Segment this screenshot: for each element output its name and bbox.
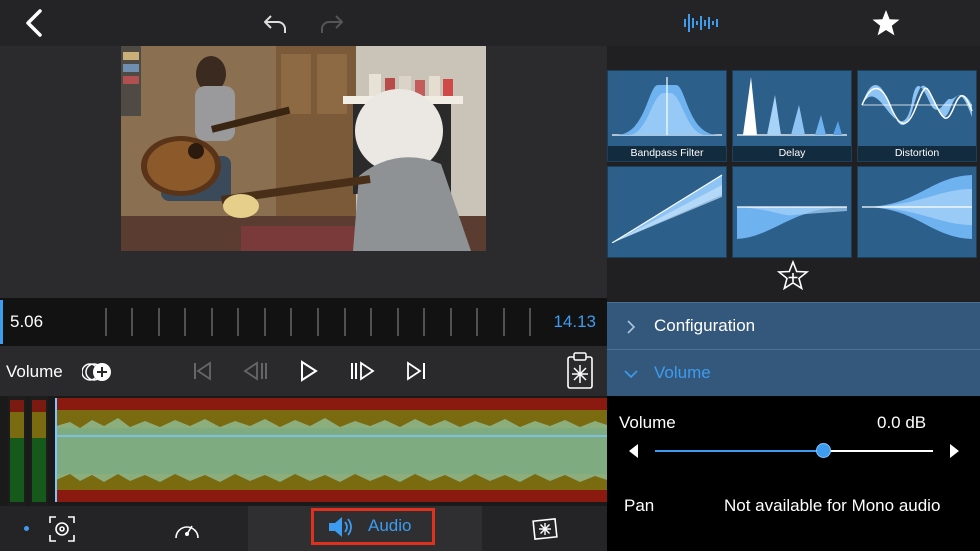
effect-tile-label: Bandpass Filter <box>608 146 726 161</box>
effect-tile-label: Delay <box>733 146 851 161</box>
waveform-icon[interactable] <box>683 10 719 36</box>
effect-tile-spread[interactable] <box>857 166 977 258</box>
effects-icon[interactable] <box>530 516 560 542</box>
add-volume-icon[interactable] <box>82 361 112 383</box>
increase-arrow-icon[interactable] <box>949 444 959 458</box>
volume-slider-thumb[interactable] <box>816 443 831 458</box>
timecode-start: 5.06 <box>10 312 44 331</box>
speaker-icon <box>326 514 354 540</box>
section-configuration[interactable]: Configuration <box>607 302 980 349</box>
audio-tab-label: Audio <box>368 516 412 535</box>
effect-tile-distortion[interactable]: Distortion <box>857 70 977 162</box>
pan-setting-value: Not available for Mono audio <box>724 496 941 515</box>
effect-tile-compressor[interactable] <box>607 166 727 258</box>
effect-tile-bandpass[interactable]: Bandpass Filter <box>607 70 727 162</box>
audio-waveform-track[interactable] <box>0 396 607 506</box>
star-plus-icon[interactable] <box>777 260 809 290</box>
section-configuration-label: Configuration <box>654 316 756 335</box>
framing-icon[interactable] <box>48 515 76 543</box>
volume-setting-label: Volume <box>619 413 676 432</box>
playback-controls: Volume <box>0 346 607 396</box>
volume-slider-track <box>823 450 933 452</box>
effect-tile-fade[interactable] <box>732 166 852 258</box>
step-forward-icon[interactable] <box>349 361 375 381</box>
top-toolbar <box>0 0 980 46</box>
chevron-right-icon <box>626 319 636 335</box>
timecode-end: 14.13 <box>553 312 596 331</box>
volume-slider[interactable] <box>625 442 965 460</box>
section-volume-label: Volume <box>654 363 711 382</box>
video-frame[interactable] <box>121 46 486 251</box>
section-volume[interactable]: Volume <box>607 349 980 396</box>
skip-to-start-icon[interactable] <box>192 361 214 381</box>
effect-tile-delay[interactable]: Delay <box>732 70 852 162</box>
star-icon[interactable] <box>871 9 901 37</box>
effects-panel: Bandpass Filter Delay Distortion <box>607 46 980 302</box>
effect-tile-label: Distortion <box>858 146 976 161</box>
video-preview-area <box>0 46 607 298</box>
skip-to-end-icon[interactable] <box>405 361 427 381</box>
active-dot <box>24 526 29 531</box>
chevron-left-icon[interactable] <box>24 9 44 37</box>
decrease-arrow-icon[interactable] <box>629 444 639 458</box>
speed-icon[interactable] <box>173 516 201 542</box>
step-back-icon[interactable] <box>243 361 269 381</box>
clipboard-icon[interactable] <box>566 352 594 390</box>
redo-icon[interactable] <box>319 13 345 35</box>
play-icon[interactable] <box>299 360 319 382</box>
pan-setting-label: Pan <box>624 496 655 515</box>
bottom-tab-bar <box>0 506 607 551</box>
volume-setting-value: 0.0 dB <box>877 413 927 432</box>
volume-label: Volume <box>6 362 63 381</box>
timeline-ruler[interactable]: 5.06 14.13 <box>0 298 607 346</box>
chevron-down-icon <box>623 369 639 379</box>
undo-icon[interactable] <box>262 13 288 35</box>
volume-slider-fill <box>655 450 823 452</box>
